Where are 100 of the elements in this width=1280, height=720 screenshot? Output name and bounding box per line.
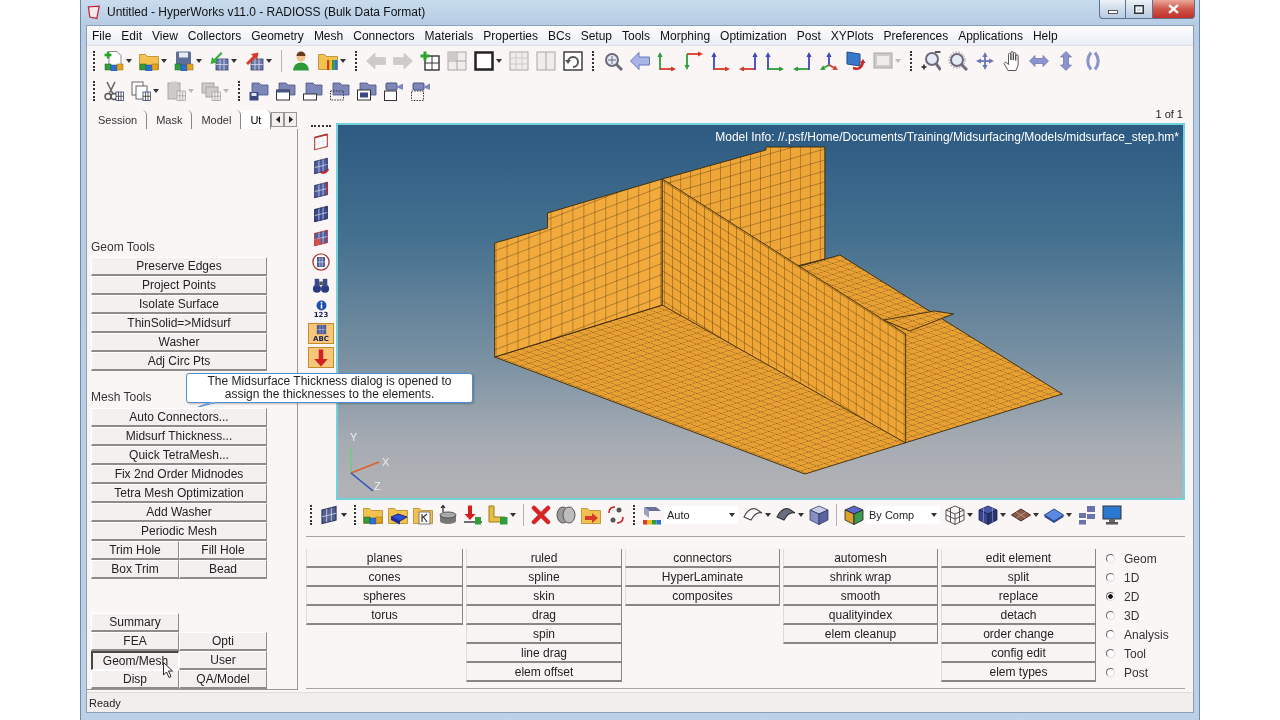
export-icon[interactable] — [244, 51, 264, 71]
delete-icon[interactable] — [531, 505, 551, 525]
page-button[interactable]: QA/Model — [179, 670, 267, 689]
caret-icon[interactable] — [1033, 513, 1039, 517]
panel-button[interactable]: drag — [466, 606, 622, 625]
menu-item[interactable]: Edit — [116, 28, 148, 43]
menu-item[interactable]: Optimization — [715, 28, 792, 43]
tool-button[interactable]: Quick TetraMesh... — [91, 446, 267, 465]
panel-button[interactable]: qualityindex — [783, 606, 938, 625]
axes-icon[interactable] — [657, 51, 677, 71]
dropdown[interactable]: Auto — [664, 506, 738, 524]
restore-button[interactable] — [1126, 0, 1153, 19]
radio-option[interactable]: 1D — [1106, 568, 1169, 587]
folder-icon[interactable] — [581, 505, 601, 525]
panel-button[interactable]: automesh — [783, 549, 938, 568]
caret-icon[interactable] — [196, 59, 202, 63]
menu-item[interactable]: Post — [791, 28, 826, 43]
caret-icon[interactable] — [161, 59, 167, 63]
tool-button[interactable]: Midsurf Thickness... — [91, 427, 267, 446]
caret-icon[interactable] — [967, 513, 973, 517]
menu-item[interactable]: Morphing — [655, 28, 716, 43]
axes-icon[interactable] — [765, 51, 785, 71]
menu-item[interactable]: Mesh — [308, 28, 349, 43]
monitor-icon[interactable] — [1102, 505, 1122, 525]
tool-button[interactable]: Box Trim — [91, 560, 179, 579]
axes-icon[interactable] — [819, 51, 839, 71]
folder-icon[interactable] — [139, 51, 159, 71]
panel-button[interactable]: skin — [466, 587, 622, 606]
radio-option[interactable]: 3D — [1106, 606, 1169, 625]
zoom-icon[interactable] — [603, 51, 623, 71]
panel-button[interactable]: HyperLaminate — [625, 568, 780, 587]
caret-icon[interactable] — [153, 88, 159, 93]
panel-button[interactable]: spin — [466, 625, 622, 644]
squares-icon[interactable] — [1077, 505, 1097, 525]
video-camera-icon[interactable] — [384, 80, 404, 101]
tool-button[interactable]: Washer — [91, 333, 267, 352]
tool-button[interactable]: Preserve Edges — [91, 257, 267, 276]
tab[interactable]: Session — [89, 110, 148, 129]
menu-item[interactable]: Connectors — [348, 28, 420, 43]
folder-icon[interactable] — [413, 505, 433, 525]
panel-button[interactable]: line drag — [466, 644, 622, 663]
arcs-icon[interactable] — [1083, 51, 1103, 71]
cylinders-icon[interactable] — [556, 505, 576, 525]
dropdown[interactable]: By Comp — [866, 506, 940, 524]
person-icon[interactable] — [291, 51, 311, 71]
panel-button[interactable]: elem cleanup — [783, 625, 938, 644]
tool-button[interactable]: Adj Circ Pts — [91, 352, 267, 371]
tool-button[interactable]: Add Washer — [91, 503, 267, 522]
tool-button[interactable]: Bead — [179, 560, 267, 579]
panel-button[interactable]: composites — [625, 587, 780, 606]
page-refresh-icon[interactable] — [563, 51, 583, 71]
tool-button[interactable]: Isolate Surface — [91, 295, 267, 314]
cubes-icon[interactable] — [363, 505, 383, 525]
menu-item[interactable]: View — [147, 28, 183, 43]
axes-icon[interactable] — [684, 51, 704, 71]
slab-icon[interactable] — [388, 505, 408, 525]
tool-button[interactable]: Project Points — [91, 276, 267, 295]
axes-icon[interactable] — [738, 51, 758, 71]
scroll-left-button[interactable] — [271, 112, 285, 127]
folder-window-icon[interactable] — [303, 80, 323, 101]
cube-icon[interactable] — [844, 505, 864, 525]
radio-option[interactable]: Analysis — [1106, 625, 1169, 644]
renumber-icon[interactable] — [606, 505, 626, 525]
panel-button[interactable]: detach — [941, 606, 1096, 625]
panel-button[interactable]: spline — [466, 568, 622, 587]
menu-item[interactable]: Properties — [478, 28, 543, 43]
folder-window-icon[interactable] — [276, 80, 296, 101]
save-icon[interactable] — [174, 51, 194, 71]
tab[interactable]: Mask — [147, 110, 193, 129]
panel-button[interactable]: replace — [941, 587, 1096, 606]
folder-icon[interactable] — [318, 51, 338, 71]
zoom-icon[interactable] — [948, 51, 968, 71]
menu-item[interactable]: XYPlots — [825, 28, 879, 43]
caret-icon[interactable] — [341, 513, 347, 517]
color-bar-icon[interactable] — [642, 505, 662, 525]
menu-item[interactable]: Applications — [953, 28, 1028, 43]
scissors-icon[interactable] — [104, 80, 124, 101]
scroll-right-button[interactable] — [284, 112, 298, 127]
new-file-icon[interactable] — [104, 51, 124, 71]
page-button[interactable]: Geom/Mesh — [91, 651, 179, 670]
caret-icon[interactable] — [765, 513, 771, 517]
page-button[interactable]: FEA — [91, 632, 179, 651]
tool-button[interactable]: Fill Hole — [179, 541, 267, 560]
axes-icon[interactable] — [792, 51, 812, 71]
panel-button[interactable]: connectors — [625, 549, 780, 568]
minimize-button[interactable] — [1099, 0, 1126, 19]
menu-item[interactable]: File — [87, 28, 117, 43]
tool-button[interactable]: Fix 2nd Order Midnodes — [91, 465, 267, 484]
square-icon[interactable] — [474, 51, 494, 71]
caret-icon[interactable] — [496, 59, 502, 63]
cube-icon[interactable] — [809, 505, 829, 525]
move-arrows-icon[interactable] — [975, 51, 995, 71]
tool-button[interactable]: Tetra Mesh Optimization — [91, 484, 267, 503]
folder-window-icon[interactable] — [357, 80, 377, 101]
tool-button[interactable]: ThinSolid=>Midsurf — [91, 314, 267, 333]
cylinder-icon[interactable] — [438, 505, 458, 525]
radio-option[interactable]: Tool — [1106, 644, 1169, 663]
menu-item[interactable]: Geometry — [246, 28, 309, 43]
down-arrow-icon[interactable] — [463, 505, 483, 525]
panel-button[interactable]: edit element — [941, 549, 1096, 568]
